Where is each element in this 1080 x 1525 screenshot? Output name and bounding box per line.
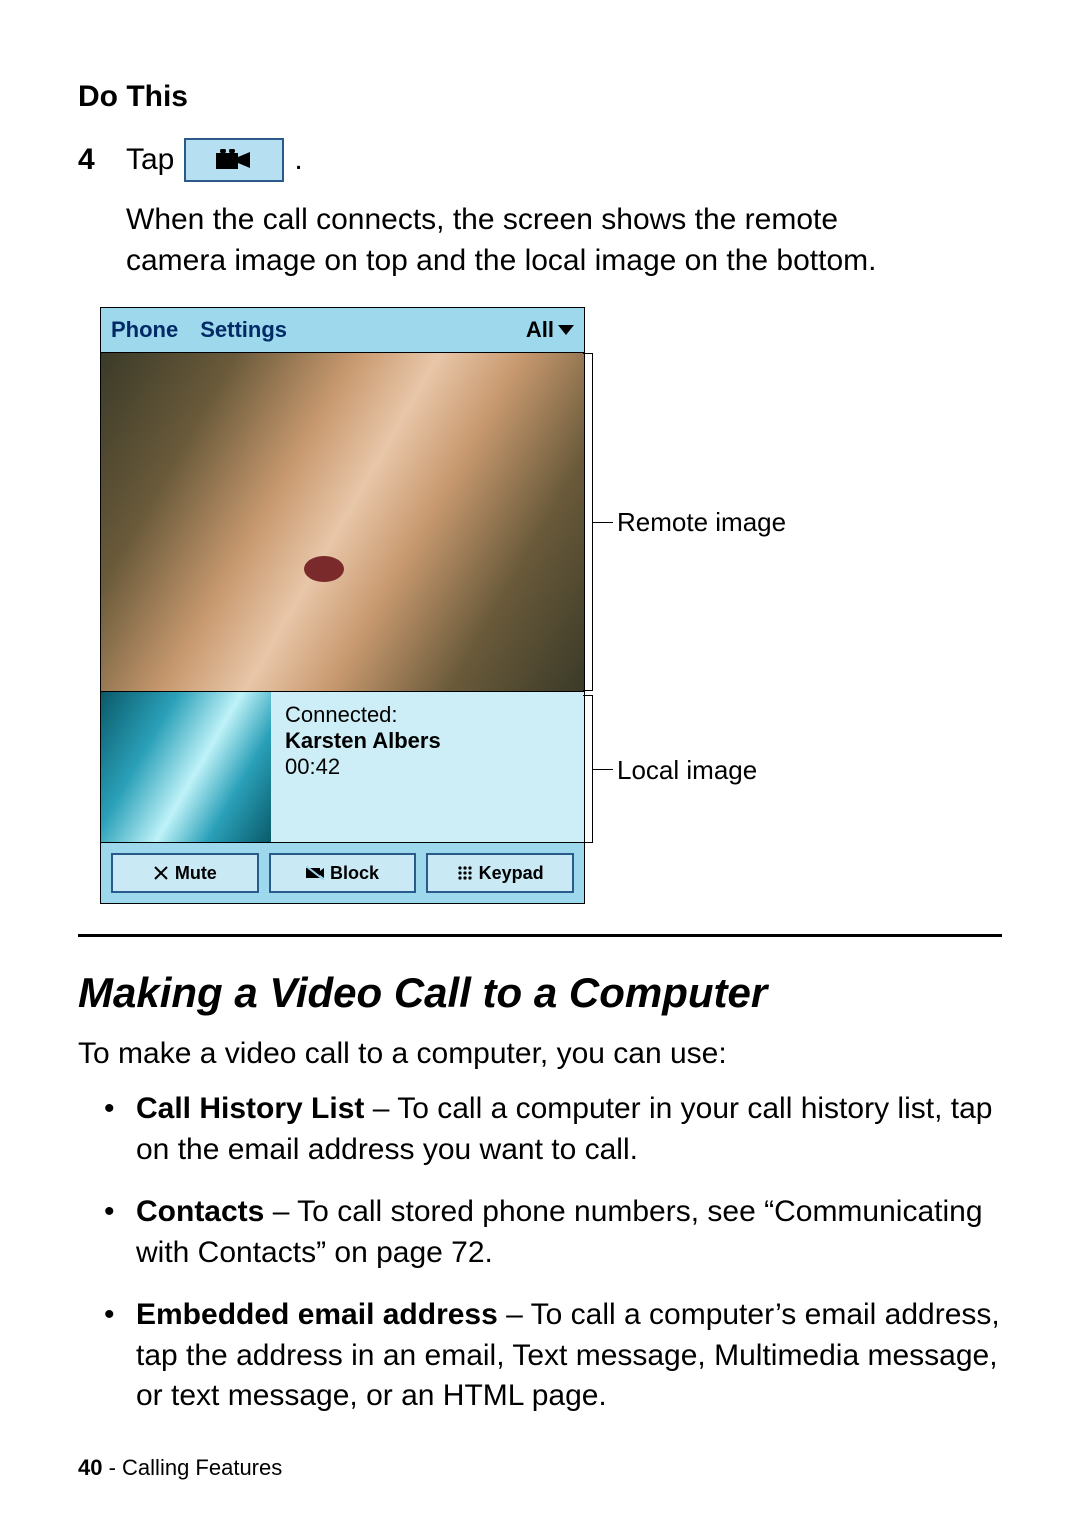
local-camera-image <box>101 692 271 842</box>
chevron-down-icon <box>558 325 574 335</box>
block-label: Block <box>330 863 379 884</box>
bullet-contacts: Contacts – To call stored phone numbers,… <box>136 1192 1002 1273</box>
screenshot-with-callouts: Phone Settings All Connected: Karsten Al… <box>100 307 1002 904</box>
keypad-button[interactable]: Keypad <box>426 853 574 893</box>
do-this-heading: Do This <box>78 80 1002 114</box>
keypad-label: Keypad <box>479 863 544 884</box>
keypad-icon <box>457 865 473 881</box>
bullet-call-history: Call History List – To call a computer i… <box>136 1089 1002 1170</box>
page-footer: 40 - Calling Features <box>78 1455 282 1481</box>
call-metadata: Connected: Karsten Albers 00:42 <box>271 692 584 842</box>
bullet-list: Call History List – To call a computer i… <box>78 1089 1002 1417</box>
section-heading: Making a Video Call to a Computer <box>78 969 1002 1017</box>
tap-label: Tap <box>126 143 174 177</box>
mute-button[interactable]: Mute <box>111 853 259 893</box>
phone-menubar: Phone Settings All <box>101 308 584 352</box>
call-button-row: Mute Block Keypad <box>101 843 584 903</box>
mute-icon <box>153 865 169 881</box>
menubar-all-dropdown[interactable]: All <box>526 317 574 343</box>
video-call-icon-button[interactable] <box>184 138 284 182</box>
menubar-all-label: All <box>526 317 554 343</box>
step-number: 4 <box>78 143 126 177</box>
phone-screenshot: Phone Settings All Connected: Karsten Al… <box>100 307 585 904</box>
menubar-settings[interactable]: Settings <box>200 317 287 343</box>
chapter-name: Calling Features <box>122 1455 282 1480</box>
section-divider <box>78 934 1002 937</box>
mute-label: Mute <box>175 863 217 884</box>
connected-label: Connected: <box>285 702 570 728</box>
callout-local: Local image <box>617 755 757 786</box>
remote-camera-image <box>101 352 584 692</box>
video-camera-icon <box>216 149 252 171</box>
step-body-text: When the call connects, the screen shows… <box>126 200 946 281</box>
caller-name: Karsten Albers <box>285 728 570 754</box>
callout-remote: Remote image <box>617 507 786 538</box>
bullet-label: Call History List <box>136 1092 364 1125</box>
bullet-label: Embedded email address <box>136 1298 498 1331</box>
step-row: 4 Tap . <box>78 138 1002 182</box>
footer-sep: - <box>102 1455 122 1480</box>
bullet-label: Contacts <box>136 1195 264 1228</box>
lower-row: Connected: Karsten Albers 00:42 <box>101 692 584 843</box>
call-duration: 00:42 <box>285 754 570 780</box>
block-button[interactable]: Block <box>269 853 417 893</box>
menubar-phone[interactable]: Phone <box>111 317 178 343</box>
period: . <box>294 143 302 177</box>
page-number: 40 <box>78 1455 102 1480</box>
block-icon <box>306 866 324 880</box>
bullet-embedded-email: Embedded email address – To call a compu… <box>136 1295 1002 1417</box>
section-intro: To make a video call to a computer, you … <box>78 1037 1002 1071</box>
